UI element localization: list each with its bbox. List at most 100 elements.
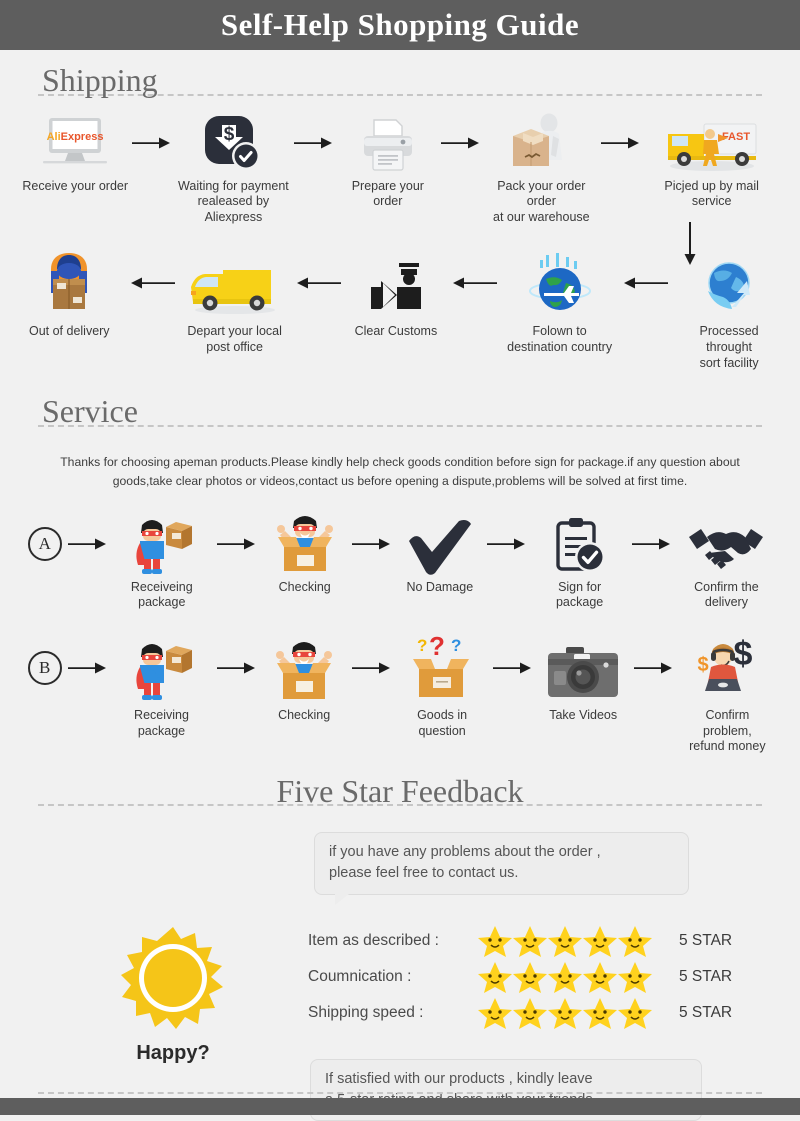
service-step-a-receiving: Receiveing package: [113, 513, 210, 611]
feedback-section-heading: Five Star Feedback: [38, 772, 762, 809]
service-step-b-receiving: Receiving package: [113, 633, 209, 739]
star-icon: [548, 961, 582, 993]
arrow-left-icon: [285, 247, 351, 319]
shipping-step-prepare-order: Prepare your order: [336, 112, 439, 210]
svg-text:FAST: FAST: [722, 131, 750, 143]
page-footer-bar: [0, 1098, 800, 1115]
arrow-right-icon: [486, 633, 540, 703]
marker-letter: B: [27, 651, 62, 685]
step-label: Picjed up by mail service: [664, 178, 759, 209]
step-label: Take Videos: [549, 708, 618, 722]
star-icon: [548, 925, 582, 957]
handshake-icon: [685, 513, 767, 575]
arrow-right-icon: [292, 112, 336, 174]
footer-dashed-rule: [38, 1092, 762, 1094]
globe-airplane-icon: [524, 247, 596, 319]
step-label: Waiting for payment realeased by Aliexpr…: [178, 178, 289, 224]
star-icon: [583, 925, 617, 957]
arrow-right-icon: [63, 633, 113, 703]
step-label: Receiveing package: [130, 579, 193, 610]
star-icon: [478, 925, 512, 957]
rating-row: Coumnication : 5 STAR: [308, 961, 762, 993]
happy-label: Happy?: [136, 1041, 210, 1064]
feedback-body: Happy? if you have any problems about th…: [0, 832, 800, 1121]
arrow-right-icon: [210, 513, 264, 575]
service-flow-row-b: B Receiving package Checking ? ? ? Goods…: [0, 633, 800, 755]
star-icon: [618, 997, 652, 1029]
step-label: Depart your local post office: [187, 324, 282, 355]
step-label: Checking: [278, 579, 331, 594]
star-icon: [513, 961, 547, 993]
yellow-van-icon: [185, 247, 285, 319]
svg-text:?: ?: [417, 636, 427, 655]
service-intro-text: Thanks for choosing apeman products.Plea…: [60, 454, 740, 488]
step-label: Goods in question: [417, 708, 468, 738]
svg-text:?: ?: [429, 635, 445, 661]
clipboard-check-icon: [552, 513, 608, 575]
arrow-right-icon: [625, 513, 679, 575]
star-icon: [583, 997, 617, 1029]
superhero-in-open-box-icon: [272, 513, 338, 575]
rating-label: Item as described :: [308, 931, 439, 949]
arrow-right-icon: [480, 513, 534, 575]
courier-holding-box-icon: [37, 247, 101, 319]
heading-dashed-rule: [38, 424, 762, 427]
shipping-step-depart-post-office: Depart your local post office: [185, 247, 285, 355]
rating-row: Shipping speed : 5 STAR: [308, 997, 762, 1029]
step-label: Receiving package: [134, 708, 189, 738]
rating-value: 5 STAR: [679, 967, 733, 985]
svg-text:$: $: [698, 654, 709, 676]
svg-text:?: ?: [451, 636, 461, 655]
shipping-step-waiting-payment: $ Waiting for payment realeased by Aliex…: [174, 112, 292, 226]
rating-label: Coumnication :: [308, 967, 412, 985]
step-label: Processed throught sort facility: [699, 324, 759, 370]
shipping-step-pack-order: Pack your order order at our warehouse: [483, 112, 599, 226]
svg-text:$: $: [734, 635, 753, 673]
ratings-list: Item as described : 5 STAR Coumnication …: [308, 925, 762, 1033]
step-label: Out of delivery: [28, 324, 110, 339]
star-rating: [478, 925, 663, 957]
service-step-b-confirm-refund: $ $ Confirm problem, refund money: [681, 633, 774, 755]
step-label: Folown to destination country: [507, 324, 613, 355]
delivery-truck-fast-icon: FAST: [660, 112, 764, 174]
service-step-b-goods-question: ? ? ? Goods in question: [399, 633, 486, 739]
shipping-step-picked-up: FAST Picjed up by mail service: [643, 112, 780, 210]
service-row-marker-b: B: [26, 633, 63, 724]
star-icon: [618, 961, 652, 993]
arrow-right-icon: [627, 633, 681, 703]
star-icon: [618, 925, 652, 957]
sun-icon: [119, 925, 227, 1038]
rating-value: 5 STAR: [679, 931, 733, 949]
step-label: No Damage: [406, 579, 474, 594]
step-label: Checking: [278, 708, 331, 722]
service-step-a-confirm-delivery: Confirm the delivery: [679, 513, 774, 611]
svg-text:$: $: [224, 124, 235, 145]
step-label: Clear Customs: [354, 324, 438, 339]
step-label: Sign for package: [555, 579, 604, 610]
shipping-step-receive-order: AliExpress Receive your order: [20, 112, 130, 195]
page-header-bar: Self-Help Shopping Guide: [0, 0, 800, 50]
arrow-right-icon: [345, 513, 399, 575]
step-label: Prepare your order: [351, 178, 424, 209]
superhero-in-open-box-icon: [271, 633, 337, 703]
checkmark-icon: [407, 513, 473, 575]
shipping-step-clear-customs: Clear Customs: [351, 247, 441, 340]
marker-letter: A: [27, 526, 62, 561]
service-heading-text: Service: [42, 393, 138, 430]
step-label: Confirm problem, refund money: [689, 708, 766, 754]
service-row-marker-a: A: [26, 513, 63, 596]
star-icon: [478, 997, 512, 1029]
rating-value: 5 STAR: [679, 1003, 733, 1021]
superhero-receiving-box-icon: [130, 633, 194, 703]
shipping-flow-row-2: Out of delivery Depart your local post o…: [0, 247, 800, 371]
star-rating: [478, 961, 663, 993]
star-icon: [513, 997, 547, 1029]
box-question-marks-icon: ? ? ?: [405, 633, 479, 703]
service-flow-row-a: A Receiveing package Checking No Damage …: [0, 513, 800, 611]
contact-us-bubble: if you have any problems about the order…: [314, 832, 689, 905]
service-section-heading: Service: [38, 393, 762, 430]
star-icon: [548, 997, 582, 1029]
step-label: Receive your order: [22, 178, 129, 193]
feedback-heading-text: Five Star Feedback: [276, 772, 524, 809]
printer-icon: [356, 112, 420, 174]
